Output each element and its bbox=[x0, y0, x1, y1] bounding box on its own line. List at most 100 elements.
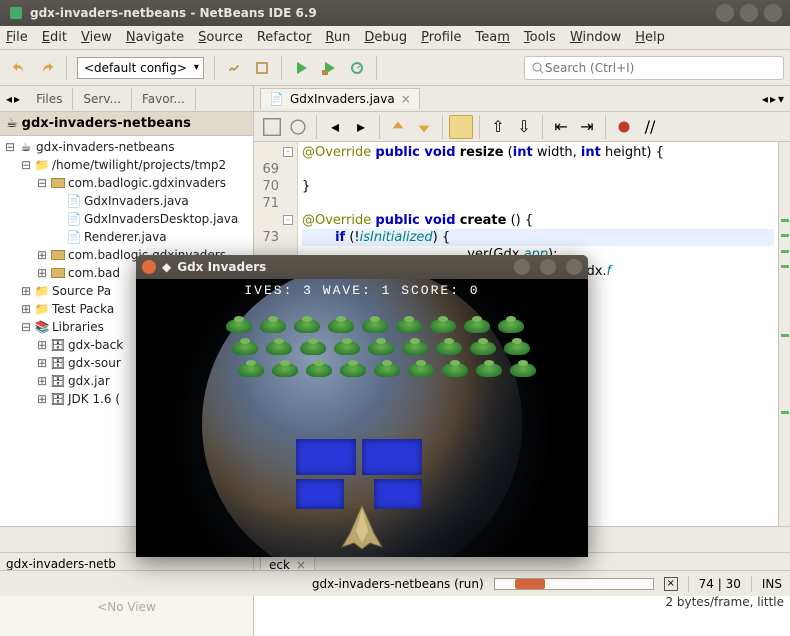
search-box[interactable] bbox=[524, 56, 784, 80]
menu-team[interactable]: Team bbox=[476, 30, 510, 45]
find-prev-button[interactable] bbox=[386, 115, 410, 139]
menu-tools[interactable]: Tools bbox=[524, 30, 556, 45]
invader-sprite bbox=[232, 341, 258, 355]
expand-icon[interactable]: ⊟ bbox=[20, 320, 32, 335]
menu-profile[interactable]: Profile bbox=[421, 30, 461, 45]
expand-icon[interactable]: ⊞ bbox=[36, 374, 48, 389]
maximize-button[interactable] bbox=[740, 4, 758, 22]
game-menu-button[interactable] bbox=[566, 259, 582, 275]
expand-icon[interactable]: ⊞ bbox=[36, 338, 48, 353]
invader-sprite bbox=[374, 363, 400, 377]
shift-right-button[interactable]: ⇥ bbox=[575, 115, 599, 139]
tab-favorites[interactable]: Favor... bbox=[132, 88, 196, 110]
expand-icon[interactable]: ⊞ bbox=[36, 392, 48, 407]
invader-sprite bbox=[306, 363, 332, 377]
expand-icon[interactable]: ⊟ bbox=[4, 140, 16, 155]
expand-icon[interactable]: ⊞ bbox=[36, 266, 48, 281]
game-maximize-button[interactable] bbox=[540, 259, 556, 275]
editor-tab-gdxinvaders[interactable]: 📄 GdxInvaders.java × bbox=[260, 88, 420, 109]
history-button[interactable] bbox=[286, 115, 310, 139]
pkg-icon bbox=[50, 247, 66, 263]
shift-left-button[interactable]: ⇤ bbox=[549, 115, 573, 139]
tab-list-icon[interactable]: ▾ bbox=[778, 92, 784, 106]
menu-navigate[interactable]: Navigate bbox=[126, 30, 184, 45]
close-button[interactable] bbox=[764, 4, 782, 22]
stop-task-button[interactable]: × bbox=[664, 577, 678, 591]
invader-sprite bbox=[476, 363, 502, 377]
game-canvas[interactable]: IVES: 3 WAVE: 1 SCORE: 0 bbox=[136, 279, 588, 557]
invader-sprite bbox=[362, 319, 388, 333]
expand-icon[interactable]: ⊞ bbox=[36, 248, 48, 263]
fwd-icon[interactable]: ▸ bbox=[14, 92, 20, 106]
game-app-icon: ◆ bbox=[162, 260, 171, 274]
source-view-button[interactable] bbox=[260, 115, 284, 139]
invader-sprite bbox=[368, 341, 394, 355]
tree-row[interactable]: 📄GdxInvaders.java bbox=[0, 192, 253, 210]
menu-view[interactable]: View bbox=[81, 30, 112, 45]
game-titlebar[interactable]: ◆ Gdx Invaders bbox=[136, 255, 588, 279]
tab-scroll-left-icon[interactable]: ◂ bbox=[762, 92, 768, 106]
tree-label: gdx-sour bbox=[68, 356, 121, 370]
expand-icon[interactable]: ⊞ bbox=[36, 356, 48, 371]
search-input[interactable] bbox=[545, 61, 777, 75]
tree-row[interactable]: ⊟📁/home/twilight/projects/tmp2 bbox=[0, 156, 253, 174]
invader-sprite bbox=[436, 341, 462, 355]
menu-debug[interactable]: Debug bbox=[364, 30, 407, 45]
game-hud: IVES: 3 WAVE: 1 SCORE: 0 bbox=[136, 283, 588, 298]
comment-button[interactable]: // bbox=[638, 115, 662, 139]
minimize-button[interactable] bbox=[716, 4, 734, 22]
clean-build-button[interactable] bbox=[249, 55, 275, 81]
java-file-icon: 📄 bbox=[269, 92, 284, 106]
error-stripe[interactable] bbox=[778, 142, 790, 526]
menu-help[interactable]: Help bbox=[635, 30, 665, 45]
expand-icon[interactable]: ⊟ bbox=[20, 158, 32, 173]
tree-row[interactable]: ⊟ com.badlogic.gdxinvaders bbox=[0, 174, 253, 192]
redo-button[interactable] bbox=[34, 55, 60, 81]
menu-source[interactable]: Source bbox=[198, 30, 243, 45]
invader-sprite bbox=[272, 363, 298, 377]
profile-button[interactable] bbox=[344, 55, 370, 81]
debug-button[interactable] bbox=[316, 55, 342, 81]
game-window[interactable]: ◆ Gdx Invaders IVES: 3 WAVE: 1 SCORE: 0 bbox=[136, 255, 588, 557]
folder-icon: 📁 bbox=[34, 157, 50, 173]
invader-sprite bbox=[396, 319, 422, 333]
menu-run[interactable]: Run bbox=[325, 30, 350, 45]
highlight-button[interactable] bbox=[449, 115, 473, 139]
expand-icon[interactable]: ⊞ bbox=[20, 284, 32, 299]
config-select[interactable]: <default config> bbox=[77, 57, 204, 79]
macro-rec-button[interactable] bbox=[612, 115, 636, 139]
fwd-nav-button[interactable]: ▸ bbox=[349, 115, 373, 139]
close-tab-icon[interactable]: × bbox=[401, 92, 411, 106]
lib-icon: 📚 bbox=[34, 319, 50, 335]
back-icon[interactable]: ◂ bbox=[6, 92, 12, 106]
app-icon bbox=[8, 5, 24, 21]
tree-row[interactable]: 📄GdxInvadersDesktop.java bbox=[0, 210, 253, 228]
back-nav-button[interactable]: ◂ bbox=[323, 115, 347, 139]
jar-icon: 🗄 bbox=[50, 337, 66, 353]
build-button[interactable] bbox=[221, 55, 247, 81]
tree-label: com.badlogic.gdxinvaders bbox=[68, 176, 226, 190]
tree-row[interactable]: 📄Renderer.java bbox=[0, 228, 253, 246]
menu-window[interactable]: Window bbox=[570, 30, 621, 45]
bookmark-next-button[interactable]: ⇩ bbox=[512, 115, 536, 139]
find-next-button[interactable] bbox=[412, 115, 436, 139]
project-root-header[interactable]: ☕ gdx-invaders-netbeans bbox=[0, 112, 253, 136]
menu-edit[interactable]: Edit bbox=[42, 30, 67, 45]
tree-row[interactable]: ⊟☕gdx-invaders-netbeans bbox=[0, 138, 253, 156]
tab-scroll-right-icon[interactable]: ▸ bbox=[770, 92, 776, 106]
game-close-button[interactable] bbox=[142, 260, 156, 274]
menu-refactor[interactable]: Refactor bbox=[257, 30, 312, 45]
game-minimize-button[interactable] bbox=[514, 259, 530, 275]
expand-icon[interactable]: ⊟ bbox=[36, 176, 48, 191]
undo-button[interactable] bbox=[6, 55, 32, 81]
jar-icon: 🗄 bbox=[50, 373, 66, 389]
menu-file[interactable]: File bbox=[6, 30, 28, 45]
expand-icon[interactable]: ⊞ bbox=[20, 302, 32, 317]
bookmark-prev-button[interactable]: ⇧ bbox=[486, 115, 510, 139]
tab-services[interactable]: Serv... bbox=[73, 88, 132, 110]
run-button[interactable] bbox=[288, 55, 314, 81]
invader-sprite bbox=[402, 341, 428, 355]
tree-label: gdx.jar bbox=[68, 374, 110, 388]
tab-files[interactable]: Files bbox=[26, 88, 73, 110]
main-toolbar: <default config> bbox=[0, 50, 790, 86]
